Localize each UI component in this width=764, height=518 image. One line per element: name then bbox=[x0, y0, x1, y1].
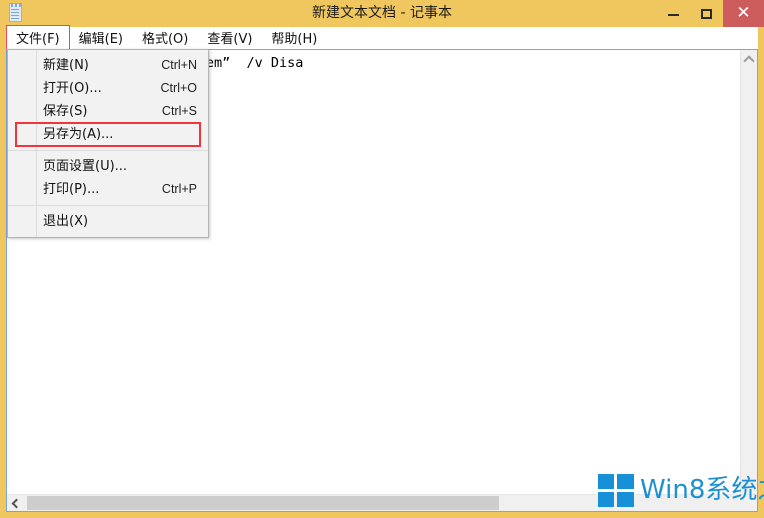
menu-item-print[interactable]: 打印(P)... Ctrl+P bbox=[8, 178, 208, 201]
menubar-item-help[interactable]: 帮助(H) bbox=[262, 26, 326, 50]
menubar-item-file[interactable]: 文件(F) bbox=[6, 25, 70, 51]
menu-item-open-label: 打开(O)... bbox=[43, 81, 102, 96]
menu-item-exit[interactable]: 退出(X) bbox=[8, 210, 208, 233]
menu-item-exit-label: 退出(X) bbox=[43, 214, 89, 229]
window-title: 新建文本文档 - 记事本 bbox=[312, 5, 452, 21]
menubar-item-edit[interactable]: 编辑(E) bbox=[70, 26, 132, 50]
file-dropdown-menu: 新建(N) Ctrl+N 打开(O)... Ctrl+O 保存(S) Ctrl+… bbox=[7, 49, 209, 238]
minimize-button[interactable] bbox=[657, 0, 690, 27]
menu-item-print-label: 打印(P)... bbox=[43, 182, 100, 197]
menu-item-open[interactable]: 打开(O)... Ctrl+O bbox=[8, 77, 208, 100]
window-controls: ✕ bbox=[657, 0, 764, 27]
horizontal-scrollbar-thumb[interactable] bbox=[27, 496, 499, 510]
maximize-button[interactable] bbox=[690, 0, 723, 27]
vertical-scrollbar[interactable] bbox=[740, 50, 757, 494]
menu-item-new-shortcut: Ctrl+N bbox=[161, 58, 197, 72]
menu-item-new-label: 新建(N) bbox=[43, 58, 89, 73]
chevron-down-icon[interactable] bbox=[741, 477, 757, 494]
minimize-icon bbox=[668, 14, 679, 16]
notepad-window: 新建文本文档 - 记事本 ✕ 文件(F) 编辑(E) 格式(O) 查看(V) 帮… bbox=[0, 0, 764, 518]
chevron-left-icon[interactable] bbox=[7, 495, 24, 511]
menu-item-save-as-label: 另存为(A)... bbox=[43, 127, 114, 142]
menu-separator bbox=[8, 205, 208, 206]
menu-bar: 文件(F) 编辑(E) 格式(O) 查看(V) 帮助(H) bbox=[6, 25, 758, 51]
menu-item-page-setup[interactable]: 页面设置(U)... bbox=[8, 155, 208, 178]
close-icon: ✕ bbox=[736, 3, 751, 22]
menu-item-save-as[interactable]: 另存为(A)... bbox=[15, 122, 201, 147]
menu-item-open-shortcut: Ctrl+O bbox=[160, 81, 197, 95]
close-button[interactable]: ✕ bbox=[723, 0, 764, 27]
menubar-item-view[interactable]: 查看(V) bbox=[198, 26, 261, 50]
chevron-up-icon[interactable] bbox=[741, 50, 757, 67]
menu-item-save-shortcut: Ctrl+S bbox=[161, 104, 197, 118]
menu-item-print-shortcut: Ctrl+P bbox=[161, 182, 197, 196]
maximize-icon bbox=[701, 9, 712, 19]
horizontal-scrollbar[interactable] bbox=[7, 494, 757, 511]
menu-item-page-setup-label: 页面设置(U)... bbox=[43, 159, 128, 174]
menu-item-save[interactable]: 保存(S) Ctrl+S bbox=[8, 100, 208, 123]
menubar-item-format[interactable]: 格式(O) bbox=[133, 26, 197, 50]
menu-item-save-label: 保存(S) bbox=[43, 104, 88, 119]
menu-separator bbox=[8, 150, 208, 151]
title-bar[interactable]: 新建文本文档 - 记事本 ✕ bbox=[0, 0, 764, 27]
menu-item-new[interactable]: 新建(N) Ctrl+N bbox=[8, 54, 208, 77]
